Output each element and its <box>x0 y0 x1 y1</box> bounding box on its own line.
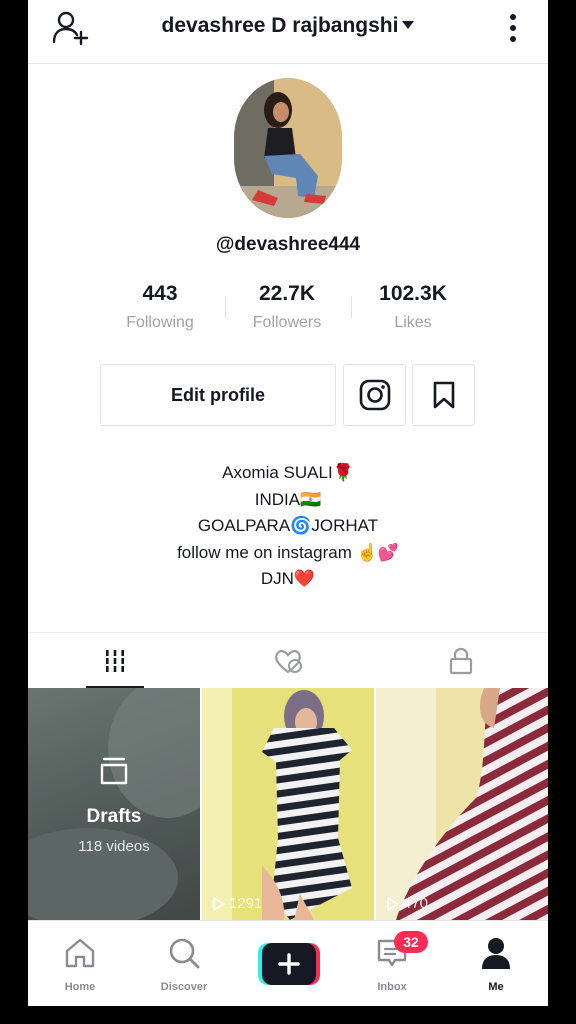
profile-icon <box>480 936 512 970</box>
caret-down-icon <box>402 21 415 29</box>
followers-count: 22.7K <box>258 282 316 305</box>
tab-videos[interactable] <box>28 633 201 689</box>
play-icon <box>386 896 400 912</box>
view-count: 470 <box>386 895 428 912</box>
instagram-button[interactable] <box>343 364 406 426</box>
account-switcher[interactable]: devashree D rajbangshi <box>28 14 548 38</box>
profile-header: devashree D rajbangshi <box>28 0 548 64</box>
view-count-label: 1291 <box>229 895 263 912</box>
favorites-button[interactable] <box>412 364 475 426</box>
bio-line: DJN❤️ <box>260 569 316 588</box>
create-plus-icon <box>258 943 320 985</box>
drafts-count: 118 videos <box>78 838 150 855</box>
nav-discover-label: Discover <box>160 981 208 993</box>
bookmark-icon <box>431 380 457 410</box>
tab-liked[interactable] <box>201 633 374 689</box>
profile-handle: @devashree444 <box>215 234 361 255</box>
avatar[interactable] <box>234 78 342 218</box>
stat-likes[interactable]: 102.3K Likes <box>348 282 478 332</box>
view-count: 1291 <box>212 895 262 912</box>
likes-label: Likes <box>394 314 432 331</box>
liked-hidden-icon <box>272 647 304 675</box>
likes-count: 102.3K <box>379 282 447 305</box>
bio-line: INDIA🇮🇳 <box>254 489 322 509</box>
instagram-icon <box>358 378 392 412</box>
home-icon <box>63 937 97 969</box>
inbox-badge: 32 <box>394 931 428 953</box>
nav-me[interactable]: Me <box>444 935 548 993</box>
more-vertical-icon[interactable] <box>498 12 528 44</box>
profile-tabs <box>28 632 548 689</box>
edit-profile-button[interactable]: Edit profile <box>100 364 336 426</box>
video-grid: Drafts 118 videos 1291 470 <box>28 688 548 920</box>
nav-home-label: Home <box>64 981 96 993</box>
bio-line: GOALPARA🌀JORHAT <box>197 516 379 535</box>
nav-home[interactable]: Home <box>28 935 132 993</box>
drafts-title: Drafts <box>86 806 142 827</box>
bottom-navigation: Home Discover Inbox 32 Me <box>28 920 548 1006</box>
nav-discover[interactable]: Discover <box>132 935 236 993</box>
profile-bio: Axomia SUALI🌹 INDIA🇮🇳 GOALPARA🌀JORHAT fo… <box>28 460 548 593</box>
nav-me-label: Me <box>488 981 504 993</box>
followers-label: Followers <box>252 314 322 331</box>
drafts-icon <box>98 756 130 786</box>
username-label: devashree D rajbangshi <box>161 14 399 37</box>
drafts-overlay <box>28 688 200 920</box>
stat-followers[interactable]: 22.7K Followers <box>222 282 352 332</box>
bio-line: follow me on instagram ☝️💕 <box>177 542 399 562</box>
video-tile[interactable]: 1291 <box>202 688 374 920</box>
following-count: 443 <box>142 282 178 305</box>
create-button[interactable] <box>258 943 320 985</box>
drafts-tile[interactable]: Drafts 118 videos <box>28 688 200 920</box>
tiktok-profile-screen: devashree D rajbangshi @devashree444 443 <box>28 0 548 1006</box>
view-count-label: 470 <box>403 895 429 912</box>
videos-grid-icon <box>102 648 127 674</box>
video-tile[interactable]: 470 <box>376 688 548 920</box>
search-icon <box>167 936 201 970</box>
tab-private[interactable] <box>374 633 547 689</box>
nav-inbox-label: Inbox <box>377 981 407 993</box>
play-icon <box>212 896 226 912</box>
nav-inbox[interactable]: Inbox <box>340 935 444 993</box>
stat-following[interactable]: 443 Following <box>95 282 225 332</box>
following-label: Following <box>126 314 194 331</box>
lock-icon <box>448 646 474 676</box>
bio-line: Axomia SUALI🌹 <box>222 463 354 482</box>
